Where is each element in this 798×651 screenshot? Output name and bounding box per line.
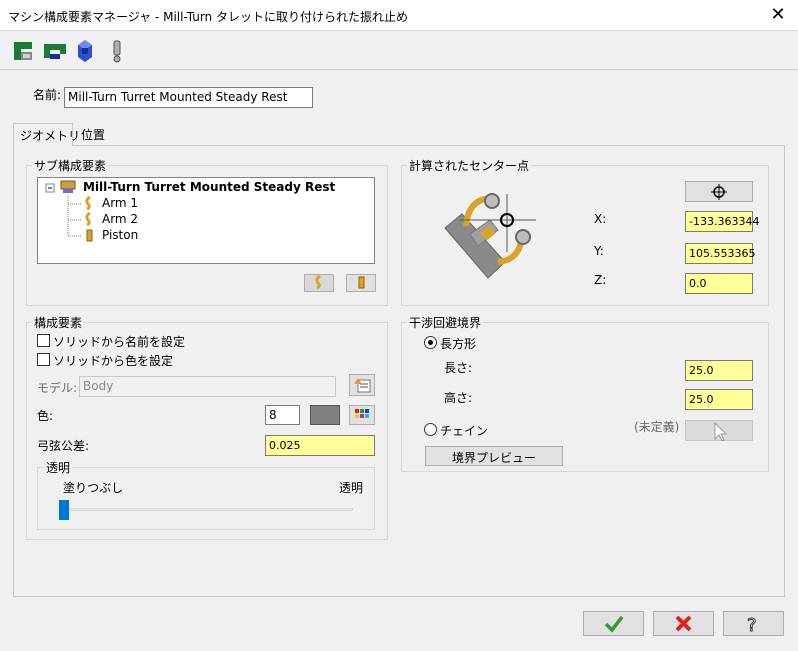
svg-text:?: ? bbox=[747, 615, 757, 635]
tree-item-arm2[interactable]: Arm 2 bbox=[102, 212, 138, 226]
chain-radio[interactable] bbox=[424, 423, 437, 436]
chain-select-button[interactable] bbox=[685, 420, 753, 442]
center-x-field[interactable]: -133.363344 bbox=[685, 211, 759, 232]
arm-icon bbox=[315, 274, 321, 290]
component-title: 構成要素 bbox=[32, 314, 85, 331]
color-index-field[interactable]: 8 bbox=[265, 405, 300, 425]
model-browse-button[interactable] bbox=[349, 374, 375, 396]
pick-center-button[interactable] bbox=[685, 181, 753, 202]
warning-icon bbox=[113, 40, 121, 63]
transparency-slider-track[interactable] bbox=[60, 508, 353, 511]
color-from-solid-label: ソリッドから色を設定 bbox=[53, 354, 174, 368]
name-input[interactable]: Mill-Turn Turret Mounted Steady Rest bbox=[64, 87, 313, 108]
center-x-label: X: bbox=[594, 212, 607, 226]
tree-root-label: Mill-Turn Turret Mounted Steady Rest bbox=[83, 180, 336, 194]
transparency-group bbox=[37, 467, 375, 530]
length-field[interactable]: 25.0 bbox=[685, 360, 753, 381]
center-z-field[interactable]: 0.0 bbox=[685, 273, 753, 294]
center-y-field[interactable]: 105.553365 bbox=[685, 243, 755, 264]
tab-geometry[interactable]: ジオメトリ bbox=[13, 123, 80, 146]
component-attach-icon bbox=[44, 44, 66, 59]
cancel-button[interactable] bbox=[653, 611, 714, 636]
add-piston-button[interactable] bbox=[346, 274, 376, 292]
name-label: 名前: bbox=[33, 88, 62, 102]
arm-icon bbox=[85, 196, 91, 210]
checkmark-icon bbox=[604, 615, 624, 633]
color-label: 色: bbox=[37, 409, 54, 423]
height-field[interactable]: 25.0 bbox=[685, 389, 753, 410]
steady-rest-illustration bbox=[444, 193, 536, 279]
cancel-x-icon bbox=[675, 615, 692, 632]
transparency-slider-thumb[interactable] bbox=[59, 500, 69, 520]
chord-tolerance-label: 弓弦公差: bbox=[37, 439, 90, 453]
help-button[interactable]: ? bbox=[723, 611, 784, 637]
chain-label: チェイン bbox=[440, 424, 489, 438]
window-title: マシン構成要素マネージャ - Mill-Turn タレットに取り付けられた振れ止… bbox=[8, 10, 408, 24]
add-arm-button[interactable] bbox=[304, 274, 334, 292]
color-palette-button[interactable] bbox=[349, 405, 375, 425]
transparency-title: 透明 bbox=[44, 459, 73, 476]
tree-item-arm1[interactable]: Arm 1 bbox=[102, 196, 138, 210]
length-label: 長さ: bbox=[444, 361, 473, 375]
crosshair-icon bbox=[711, 184, 727, 200]
rectangle-radio[interactable] bbox=[424, 336, 437, 349]
sub-components-title: サブ構成要素 bbox=[32, 157, 109, 174]
close-icon: ✕ bbox=[770, 4, 786, 25]
height-label: 高さ: bbox=[444, 391, 473, 405]
component-part-icon bbox=[78, 40, 92, 62]
piston-icon bbox=[358, 276, 365, 289]
name-from-solid-label: ソリッドから名前を設定 bbox=[53, 335, 186, 349]
color-palette-icon bbox=[355, 409, 369, 418]
component-new-button[interactable] bbox=[12, 38, 38, 64]
toolbar bbox=[0, 32, 798, 70]
color-swatch[interactable] bbox=[310, 405, 340, 425]
model-field: Body bbox=[79, 376, 336, 397]
model-browse-icon bbox=[354, 378, 371, 393]
arm-icon bbox=[85, 212, 91, 226]
close-button[interactable]: ✕ bbox=[758, 0, 798, 31]
tab-position[interactable]: 位置 bbox=[75, 123, 111, 145]
center-point-title: 計算されたセンター点 bbox=[407, 157, 532, 174]
component-part-button[interactable] bbox=[72, 38, 98, 64]
help-question-icon: ? bbox=[747, 615, 758, 637]
transparency-min-label: 塗りつぶし bbox=[63, 481, 124, 495]
component-new-icon bbox=[14, 42, 32, 60]
transparency-max-label: 透明 bbox=[339, 481, 364, 495]
assembly-icon bbox=[60, 180, 76, 193]
boundary-preview-button[interactable]: 境界プレビュー bbox=[425, 446, 563, 466]
component-attach-button[interactable] bbox=[42, 38, 68, 64]
model-label: モデル: bbox=[37, 381, 78, 395]
tree-item-piston[interactable]: Piston bbox=[102, 228, 138, 242]
title-bar: マシン構成要素マネージャ - Mill-Turn タレットに取り付けられた振れ止… bbox=[0, 0, 798, 31]
center-y-label: Y: bbox=[594, 244, 604, 258]
name-from-solid-checkbox[interactable] bbox=[37, 334, 50, 347]
sub-components-tree[interactable]: Mill-Turn Turret Mounted Steady Rest Arm… bbox=[37, 177, 375, 264]
warning-button[interactable] bbox=[104, 38, 130, 64]
rectangle-label: 長方形 bbox=[440, 337, 477, 351]
chord-tolerance-field[interactable]: 0.025 bbox=[265, 435, 375, 456]
cursor-arrow-icon bbox=[714, 421, 728, 442]
color-from-solid-checkbox[interactable] bbox=[37, 353, 50, 366]
ok-button[interactable] bbox=[583, 611, 644, 636]
chain-undefined-label: (未定義) bbox=[634, 420, 680, 434]
piston-icon bbox=[86, 229, 93, 242]
clearance-boundary-title: 干渉回避境界 bbox=[407, 314, 484, 331]
center-z-label: Z: bbox=[594, 273, 607, 287]
